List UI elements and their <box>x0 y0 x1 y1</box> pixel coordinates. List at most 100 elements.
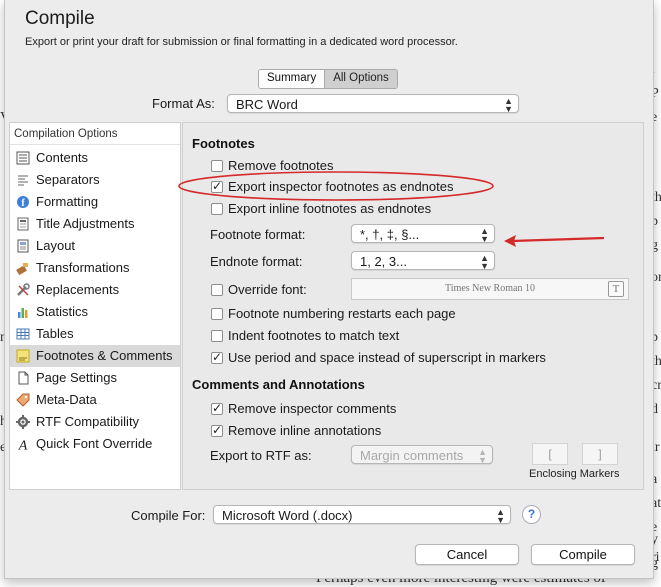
export-rtf-label: Export to RTF as: <box>210 448 312 463</box>
remove-inline-annotations-checkbox[interactable] <box>211 423 223 437</box>
format-as-value: BRC Word <box>236 97 298 112</box>
chevron-updown-icon: ▲ ▼ <box>480 226 489 243</box>
quick-font-override-icon: A <box>18 439 28 452</box>
remove-footnotes-checkbox[interactable] <box>211 160 223 172</box>
sidebar-item-label: Tables <box>36 326 74 341</box>
close-marker-field[interactable]: ] <box>582 443 618 465</box>
sidebar-item-label: Layout <box>36 238 76 253</box>
font-picker-button[interactable]: T <box>608 281 624 297</box>
sidebar-item-layout[interactable]: Layout <box>10 235 180 257</box>
sidebar-item-rtf-compatibility[interactable]: RTF Compatibility <box>10 411 180 433</box>
sidebar-header: Compilation Options <box>10 123 180 145</box>
rtf-compatibility-icon <box>16 415 30 429</box>
separators-icon <box>18 175 28 186</box>
endnote-format-label: Endnote format: <box>210 254 303 269</box>
compile-for-label: Compile For: <box>131 508 206 523</box>
override-font-checkbox[interactable] <box>211 284 223 296</box>
footnote-format-popup[interactable]: *, †, ‡, §... ▲ ▼ <box>351 224 495 243</box>
sidebar-item-statistics[interactable]: Statistics <box>10 301 180 323</box>
sidebar-item-replacements[interactable]: Replacements <box>10 279 180 301</box>
tables-icon <box>16 328 30 340</box>
title-adjustments-icon <box>17 217 29 231</box>
sidebar-item-label: Statistics <box>36 304 89 319</box>
sidebar-item-footnotes-comments[interactable]: Footnotes & Comments <box>10 345 180 367</box>
cancel-button[interactable]: Cancel <box>415 544 519 565</box>
sidebar-item-label: Contents <box>36 150 89 165</box>
export-rtf-popup[interactable]: Margin comments ▲ ▼ <box>351 445 493 464</box>
numbering-restarts-label: Footnote numbering restarts each page <box>228 306 456 321</box>
view-mode-segmented-control: Summary All Options <box>258 69 398 89</box>
sidebar-item-label: Title Adjustments <box>36 216 135 231</box>
override-font-field[interactable]: Times New Roman 10 T <box>351 278 629 300</box>
footnotes-heading: Footnotes <box>192 136 255 151</box>
sidebar-item-label: Formatting <box>36 194 99 209</box>
svg-text:A: A <box>18 439 28 452</box>
sidebar-item-meta-data[interactable]: Meta-Data <box>10 389 180 411</box>
format-as-label: Format As: <box>152 96 215 111</box>
sidebar-item-label: Meta-Data <box>36 392 97 407</box>
period-space-checkbox[interactable] <box>211 350 223 364</box>
compile-for-popup[interactable]: Microsoft Word (.docx) ▲ ▼ <box>213 505 511 524</box>
tab-summary[interactable]: Summary <box>259 70 326 88</box>
contents-icon <box>16 151 30 165</box>
sidebar-item-page-settings[interactable]: Page Settings <box>10 367 180 389</box>
override-font-label: Override font: <box>228 282 307 297</box>
transformations-icon <box>16 263 28 275</box>
remove-footnotes-label: Remove footnotes <box>228 158 334 173</box>
compile-for-value: Microsoft Word (.docx) <box>222 508 353 523</box>
indent-footnotes-label: Indent footnotes to match text <box>228 328 400 343</box>
footnotes-comments-panel: Footnotes Remove footnotes Export inspec… <box>182 122 644 490</box>
remove-inspector-comments-checkbox[interactable] <box>211 401 223 415</box>
dialog-title: Compile <box>25 8 95 29</box>
enclosing-markers-label: Enclosing Markers <box>529 468 620 480</box>
sidebar-item-label: Transformations <box>36 260 130 275</box>
remove-inspector-comments-label: Remove inspector comments <box>228 401 397 416</box>
remove-inline-annotations-label: Remove inline annotations <box>228 423 382 438</box>
comments-heading: Comments and Annotations <box>192 377 365 392</box>
sidebar-item-quick-font-override[interactable]: A Quick Font Override <box>10 433 180 455</box>
sidebar-item-contents[interactable]: Contents <box>10 147 180 169</box>
export-rtf-value: Margin comments <box>360 448 464 463</box>
indent-footnotes-checkbox[interactable] <box>211 330 223 342</box>
chevron-updown-icon: ▲ ▼ <box>504 96 513 113</box>
sidebar-item-title-adjustments[interactable]: Title Adjustments <box>10 213 180 235</box>
open-marker-field[interactable]: [ <box>532 443 568 465</box>
sidebar-item-label: Footnotes & Comments <box>36 348 173 363</box>
numbering-restarts-checkbox[interactable] <box>211 308 223 320</box>
sidebar-item-formatting[interactable]: f Formatting <box>10 191 180 213</box>
sidebar-item-separators[interactable]: Separators <box>10 169 180 191</box>
chevron-updown-icon: ▲ ▼ <box>478 447 487 464</box>
sidebar-item-transformations[interactable]: Transformations <box>10 257 180 279</box>
chevron-updown-icon: ▲ ▼ <box>480 253 489 270</box>
sidebar-item-label: Page Settings <box>36 370 117 385</box>
layout-icon <box>17 239 29 253</box>
compilation-options-sidebar: Compilation Options Contents Separators … <box>9 122 181 490</box>
export-inline-footnotes-checkbox[interactable] <box>211 203 223 215</box>
endnote-format-value: 1, 2, 3... <box>360 254 407 269</box>
tab-all-options[interactable]: All Options <box>325 70 397 88</box>
compile-dialog: Compile Export or print your draft for s… <box>4 0 654 579</box>
export-inline-footnotes-label: Export inline footnotes as endnotes <box>228 201 432 216</box>
footnote-format-value: *, †, ‡, §... <box>360 227 420 242</box>
sidebar-item-label: RTF Compatibility <box>36 414 140 429</box>
sidebar-item-label: Separators <box>36 172 100 187</box>
help-button[interactable]: ? <box>522 505 541 524</box>
page-settings-icon <box>18 371 29 385</box>
sidebar-item-tables[interactable]: Tables <box>10 323 180 345</box>
chevron-updown-icon: ▲ ▼ <box>496 507 505 524</box>
endnote-format-popup[interactable]: 1, 2, 3... ▲ ▼ <box>351 251 495 270</box>
formatting-icon: f <box>17 196 29 209</box>
period-space-label: Use period and space instead of superscr… <box>228 350 546 365</box>
override-font-value: Times New Roman 10 <box>445 283 535 294</box>
sidebar-item-label: Replacements <box>36 282 120 297</box>
replacements-icon <box>17 283 30 296</box>
statistics-icon <box>18 308 28 318</box>
export-inspector-footnotes-checkbox[interactable] <box>211 179 223 193</box>
sidebar-item-label: Quick Font Override <box>36 436 153 451</box>
dialog-subtitle: Export or print your draft for submissio… <box>25 36 458 48</box>
compile-button[interactable]: Compile <box>531 544 635 565</box>
footnotes-icon <box>16 349 30 363</box>
format-as-popup[interactable]: BRC Word ▲ ▼ <box>227 94 519 113</box>
footnote-format-label: Footnote format: <box>210 227 306 242</box>
meta-data-icon <box>16 393 30 407</box>
